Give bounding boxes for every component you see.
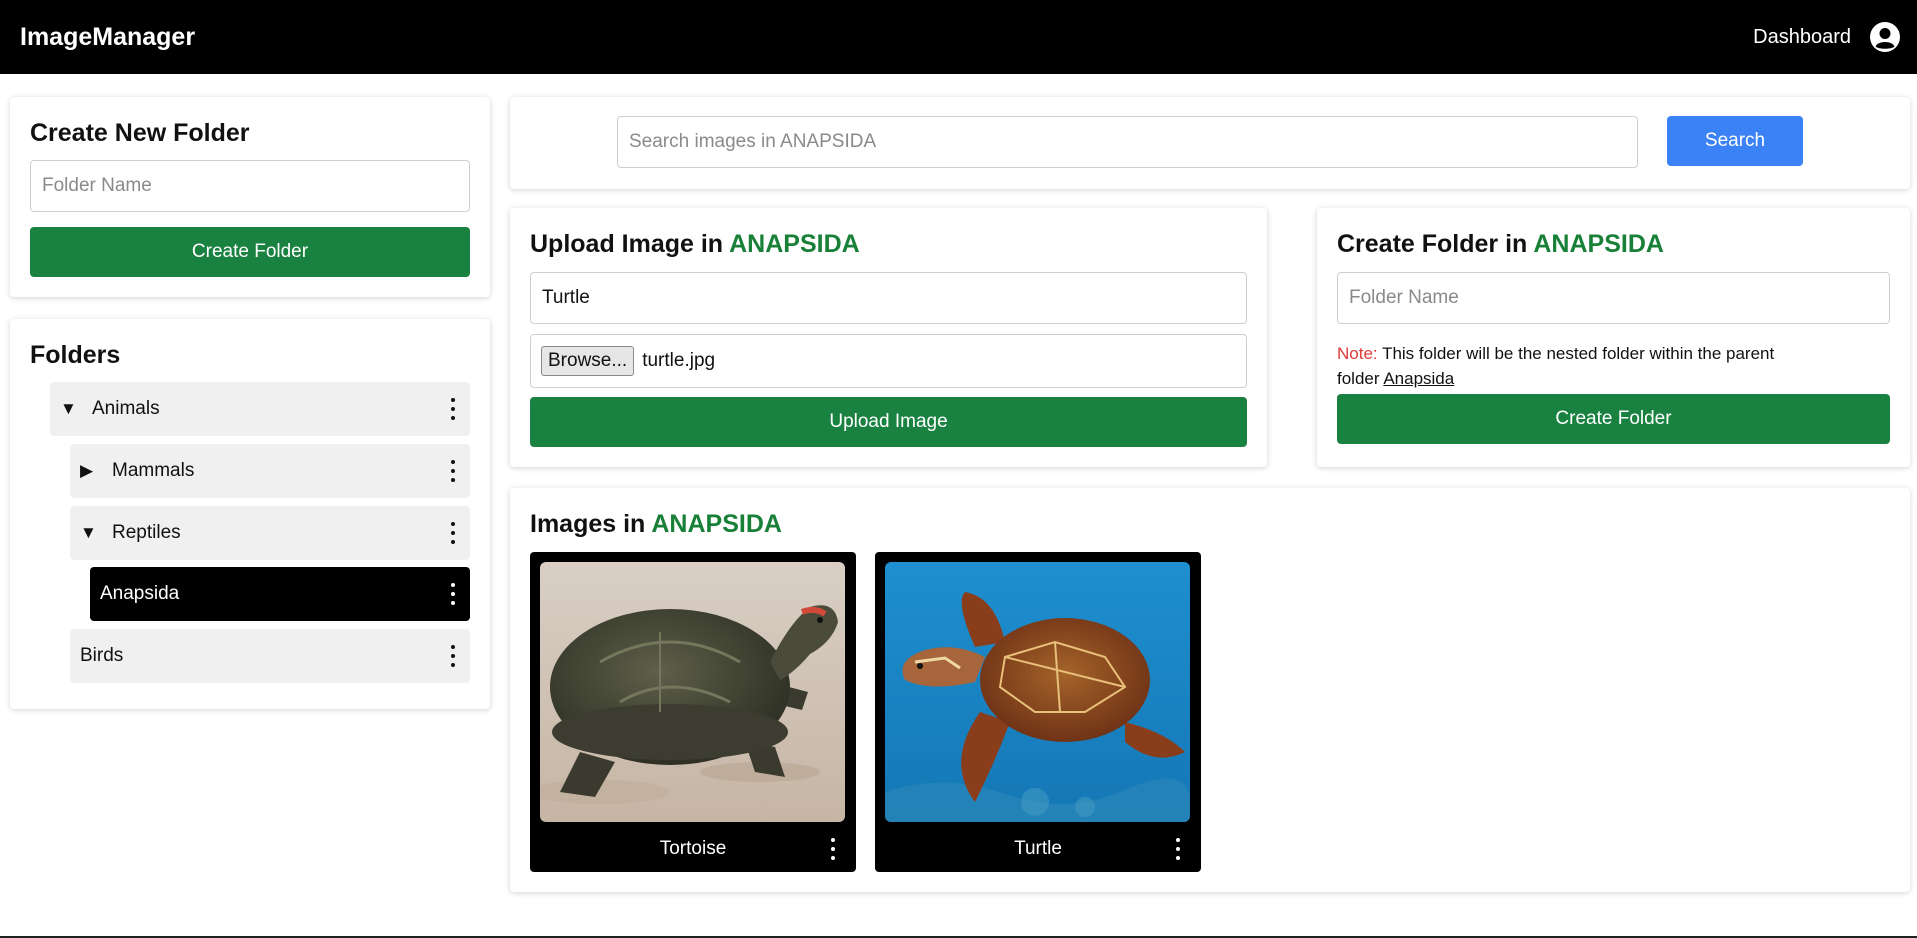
more-options-icon[interactable] <box>450 645 456 667</box>
nested-folder-title-prefix: Create Folder in <box>1337 230 1528 258</box>
upload-image-card: Upload Image in ANAPSIDA Browse... turtl… <box>510 208 1267 467</box>
folders-card: Folders ▼ Animals ▶ Mammals ▼ Reptiles A… <box>10 319 490 709</box>
images-title-prefix: Images in <box>530 510 646 538</box>
image-caption: Turtle <box>1014 838 1062 859</box>
search-card: Search <box>510 97 1910 189</box>
folder-label: Mammals <box>112 460 195 481</box>
folder-label: Anapsida <box>100 583 180 604</box>
images-title: Images in ANAPSIDA <box>530 510 782 539</box>
more-options-icon[interactable] <box>450 522 456 544</box>
selected-file-name: turtle.jpg <box>642 350 716 371</box>
more-options-icon[interactable] <box>450 460 456 482</box>
nested-folder-title: Create Folder in ANAPSIDA <box>1337 230 1664 259</box>
folder-item-animals[interactable]: ▼ Animals <box>50 382 470 436</box>
new-folder-name-input[interactable] <box>30 160 470 212</box>
folder-label: Birds <box>80 645 124 666</box>
more-options-icon[interactable] <box>1175 838 1181 860</box>
create-new-folder-title: Create New Folder <box>30 119 250 147</box>
search-button[interactable]: Search <box>1667 116 1803 166</box>
folder-item-mammals[interactable]: ▶ Mammals <box>70 444 470 498</box>
user-circle-icon[interactable] <box>1869 21 1901 53</box>
upload-title: Upload Image in ANAPSIDA <box>530 230 860 259</box>
tortoise-image[interactable] <box>540 562 845 822</box>
create-folder-button[interactable]: Create Folder <box>30 227 470 277</box>
upload-folder-name: ANAPSIDA <box>729 230 860 258</box>
image-card-turtle[interactable]: Turtle <box>875 552 1201 872</box>
images-folder-name: ANAPSIDA <box>651 510 782 538</box>
create-new-folder-card: Create New Folder Create Folder <box>10 97 490 297</box>
top-nav-bar: ImageManager Dashboard <box>0 0 1917 74</box>
create-nested-folder-button[interactable]: Create Folder <box>1337 394 1890 444</box>
folders-title: Folders <box>30 341 121 369</box>
folder-label: Animals <box>92 398 160 419</box>
image-card-tortoise[interactable]: Tortoise <box>530 552 856 872</box>
expand-triangle-icon[interactable]: ▼ <box>60 399 78 419</box>
nested-folder-note: Note: This folder will be the nested fol… <box>1337 341 1817 391</box>
more-options-icon[interactable] <box>450 583 456 605</box>
nested-folder-name-input[interactable] <box>1337 272 1890 324</box>
nested-folder-parent-name: ANAPSIDA <box>1533 230 1664 258</box>
more-options-icon[interactable] <box>450 398 456 420</box>
browse-button[interactable]: Browse... <box>541 346 635 376</box>
file-picker[interactable]: Browse... turtle.jpg <box>530 334 1247 388</box>
folder-label: Reptiles <box>112 522 181 543</box>
folder-item-reptiles[interactable]: ▼ Reptiles <box>70 506 470 560</box>
more-options-icon[interactable] <box>830 838 836 860</box>
folder-item-anapsida[interactable]: Anapsida <box>90 567 470 621</box>
create-nested-folder-card: Create Folder in ANAPSIDA Note: This fol… <box>1317 208 1910 467</box>
turtle-image[interactable] <box>885 562 1190 822</box>
image-name-input[interactable] <box>530 272 1247 324</box>
collapse-triangle-icon[interactable]: ▶ <box>80 461 98 481</box>
search-input[interactable] <box>617 116 1638 168</box>
images-card: Images in ANAPSIDA Tortoise Turtle <box>510 488 1910 892</box>
image-caption: Tortoise <box>659 838 727 859</box>
note-label: Note: <box>1337 344 1378 363</box>
expand-triangle-icon[interactable]: ▼ <box>80 523 98 543</box>
top-nav-right: Dashboard <box>1753 21 1901 53</box>
upload-title-prefix: Upload Image in <box>530 230 724 258</box>
dashboard-link[interactable]: Dashboard <box>1753 26 1851 49</box>
parent-folder-link[interactable]: Anapsida <box>1383 369 1454 388</box>
folder-item-birds[interactable]: Birds <box>70 629 470 683</box>
app-brand[interactable]: ImageManager <box>20 23 195 52</box>
upload-image-button[interactable]: Upload Image <box>530 397 1247 447</box>
